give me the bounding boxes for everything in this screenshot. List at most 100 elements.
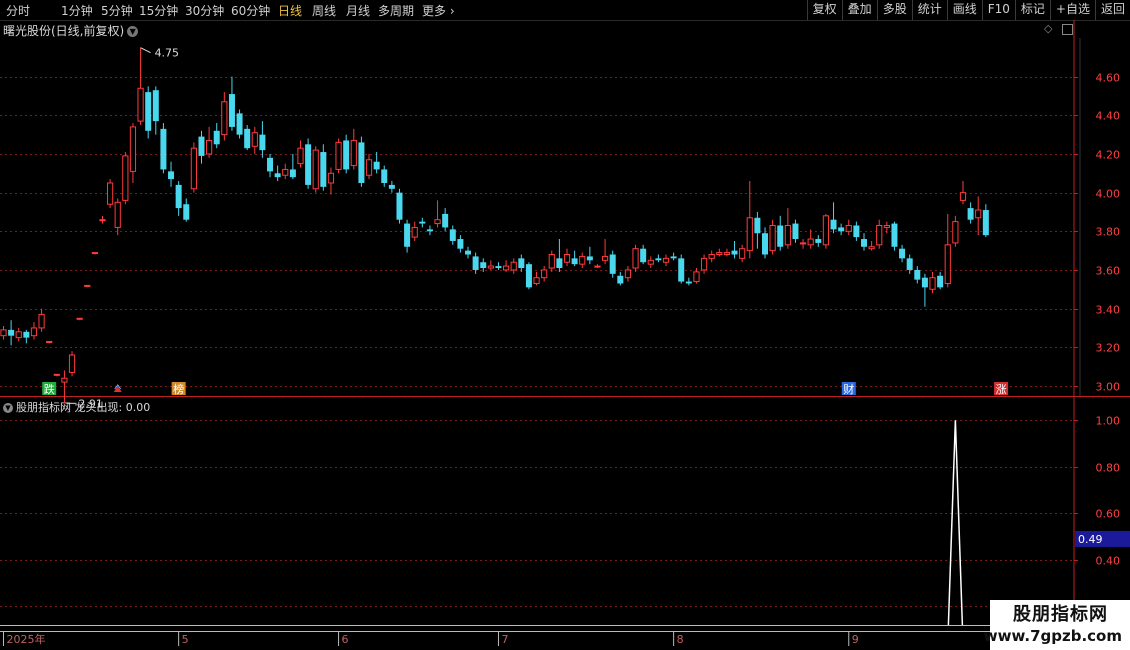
candle — [655, 254, 662, 263]
candle — [30, 322, 38, 340]
candle-body — [221, 101, 228, 136]
multi-stock-button[interactable]: 多股 — [876, 0, 912, 20]
candle — [579, 252, 586, 269]
period-tab-15min[interactable]: 15分钟 — [139, 2, 178, 19]
candlestick-chart: 4.60 4.40 4.20 4.00 3.80 3.60 3.40 3.20 3.00 1.00… — [0, 20, 1130, 646]
period-tab-daily[interactable]: 日线 — [278, 2, 302, 19]
candle-body — [556, 258, 563, 269]
candle — [305, 138, 312, 189]
adjust-button[interactable]: 复权 — [806, 0, 842, 20]
timeline-label: 2025年 — [7, 632, 46, 646]
period-tab-5min[interactable]: 5分钟 — [101, 2, 133, 19]
candle-body — [906, 258, 913, 270]
candle — [571, 250, 578, 267]
add-watchlist-button[interactable]: +自选 — [1049, 0, 1095, 20]
candle-body — [373, 161, 380, 170]
candle-body — [723, 252, 731, 255]
candle — [38, 308, 45, 332]
candle-body — [883, 225, 890, 228]
candle — [487, 260, 494, 270]
overlay-button[interactable]: 叠加 — [841, 0, 877, 20]
mark-button[interactable]: 标记 — [1014, 0, 1050, 20]
stats-button[interactable]: 统计 — [911, 0, 947, 20]
candle-body — [0, 329, 7, 337]
f10-button[interactable]: F10 — [981, 0, 1015, 20]
candle-body — [190, 147, 197, 190]
period-tab-multi[interactable]: 多周期 — [378, 2, 414, 19]
candle — [358, 136, 365, 187]
indicator-name[interactable]: 股朋指标网 — [16, 401, 71, 414]
candle — [129, 123, 137, 183]
window-controls: ◇ — [1044, 22, 1073, 35]
candle-body — [563, 253, 571, 263]
period-tab-more[interactable]: 更多 › — [422, 2, 455, 19]
candle — [8, 320, 15, 346]
chart-title[interactable]: 曙光股份(日线,前复权) ▼ — [3, 22, 139, 39]
candle — [190, 142, 197, 193]
period-tab-weekly[interactable]: 周线 — [312, 2, 336, 19]
candle-body — [891, 223, 898, 247]
candle — [396, 188, 403, 224]
candle-body — [236, 113, 243, 135]
candle-body — [259, 134, 266, 151]
candle-body — [160, 128, 167, 170]
period-tab-30min[interactable]: 30分钟 — [185, 2, 224, 19]
candle — [137, 47, 144, 125]
candle — [594, 264, 601, 269]
candle-body — [327, 172, 335, 184]
timeline-label: 9 — [852, 633, 859, 646]
candle — [929, 271, 936, 294]
candle — [838, 223, 845, 236]
indicator-spike-line — [947, 420, 964, 626]
candle — [335, 138, 342, 174]
draw-line-button[interactable]: 画线 — [946, 0, 982, 20]
price-tick-label: 3.20 — [1096, 342, 1121, 355]
period-tab-monthly[interactable]: 月线 — [346, 2, 370, 19]
event-marker-box — [994, 382, 1009, 395]
candle-body — [365, 159, 373, 176]
candle-body — [358, 142, 365, 183]
candle-body — [937, 275, 944, 288]
candle-body — [282, 168, 289, 176]
candle — [586, 246, 593, 265]
back-button[interactable]: 返回 — [1094, 0, 1130, 20]
candle-body — [213, 130, 220, 145]
price-tick-label: 4.40 — [1096, 110, 1121, 123]
period-tab-1min[interactable]: 1分钟 — [61, 2, 93, 19]
candle — [609, 250, 616, 278]
chevron-down-icon[interactable]: ▼ — [127, 26, 139, 37]
candle — [267, 153, 274, 178]
watermark: 股朋指标网 www.7gpzb.com — [984, 600, 1130, 650]
candle — [769, 219, 776, 255]
candle — [0, 326, 7, 340]
chevron-down-icon[interactable]: ▼ — [3, 403, 13, 413]
candle — [465, 246, 472, 259]
candle-body — [251, 132, 258, 147]
cursor-value-label: 0.49 — [1078, 533, 1103, 546]
indicator-series-value: 0.00 — [125, 401, 151, 414]
candle — [388, 181, 395, 193]
candle — [244, 124, 251, 151]
candle — [746, 181, 753, 259]
price-tick-label: 3.80 — [1096, 226, 1121, 239]
candle-body — [647, 259, 654, 265]
period-tab-60min[interactable]: 60分钟 — [231, 2, 270, 19]
candle — [175, 181, 182, 216]
candle-body — [145, 92, 152, 131]
candle — [152, 86, 159, 135]
panel-toggle-icon[interactable] — [1062, 23, 1073, 35]
price-tick-label: 4.20 — [1096, 149, 1121, 162]
candle-body — [746, 217, 753, 252]
candle-body — [480, 262, 487, 269]
candle-body — [426, 229, 433, 232]
candle — [107, 179, 114, 209]
diamond-icon[interactable]: ◇ — [1044, 22, 1052, 35]
event-marker-label: 财 — [843, 382, 854, 396]
candle — [563, 248, 571, 267]
candle-body — [38, 313, 45, 329]
candle-body — [731, 250, 738, 255]
candle — [670, 252, 677, 261]
candle — [518, 254, 525, 272]
period-tab-intraday[interactable]: 分时 — [6, 2, 30, 19]
candle — [282, 163, 289, 180]
